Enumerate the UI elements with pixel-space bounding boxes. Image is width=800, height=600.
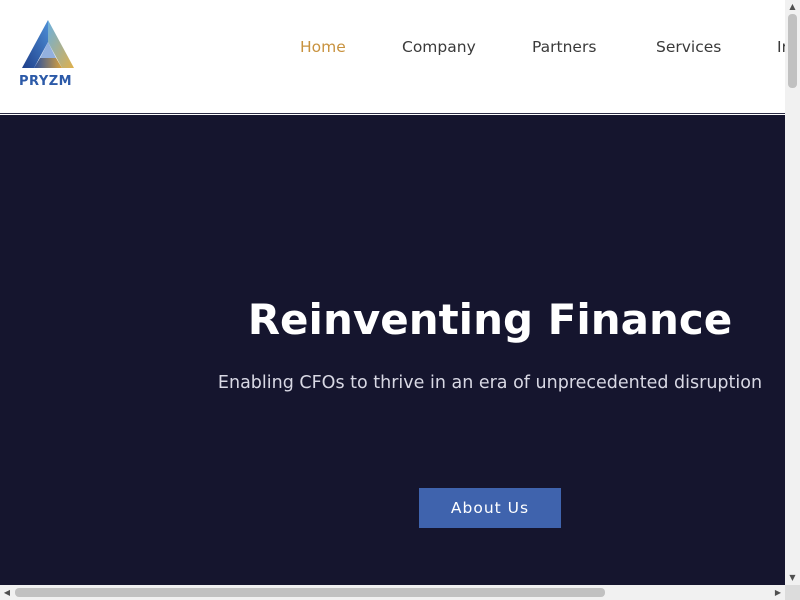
brand-logo[interactable]: PRYZM: [18, 18, 80, 90]
vertical-scrollbar[interactable]: ▲ ▼: [785, 0, 800, 585]
hero-title: Reinventing Finance: [247, 295, 733, 344]
scrollbar-corner: [785, 585, 800, 600]
nav-item-partners[interactable]: Partners: [532, 38, 596, 56]
about-us-button[interactable]: About Us: [419, 488, 561, 528]
arrow-left-icon[interactable]: ◀: [0, 585, 14, 600]
horizontal-scroll-thumb[interactable]: [15, 588, 605, 597]
triangle-prism-logo-icon: [22, 20, 74, 68]
vertical-scroll-thumb[interactable]: [788, 14, 797, 88]
nav-item-company[interactable]: Company: [402, 38, 476, 56]
nav-item-truncated[interactable]: In: [777, 38, 785, 56]
page-viewport: PRYZM Home Company Partners Services In …: [0, 0, 785, 585]
nav-item-services[interactable]: Services: [656, 38, 721, 56]
horizontal-scrollbar[interactable]: ◀ ▶: [0, 585, 785, 600]
brand-name: PRYZM: [19, 74, 73, 89]
arrow-right-icon[interactable]: ▶: [771, 585, 785, 600]
hero-subtitle: Enabling CFOs to thrive in an era of unp…: [217, 373, 763, 393]
nav-item-home[interactable]: Home: [300, 38, 346, 56]
hero-section: Reinventing Finance Enabling CFOs to thr…: [0, 115, 785, 585]
arrow-up-icon[interactable]: ▲: [785, 0, 800, 14]
site-header: PRYZM Home Company Partners Services In: [0, 0, 785, 114]
arrow-down-icon[interactable]: ▼: [785, 571, 800, 585]
